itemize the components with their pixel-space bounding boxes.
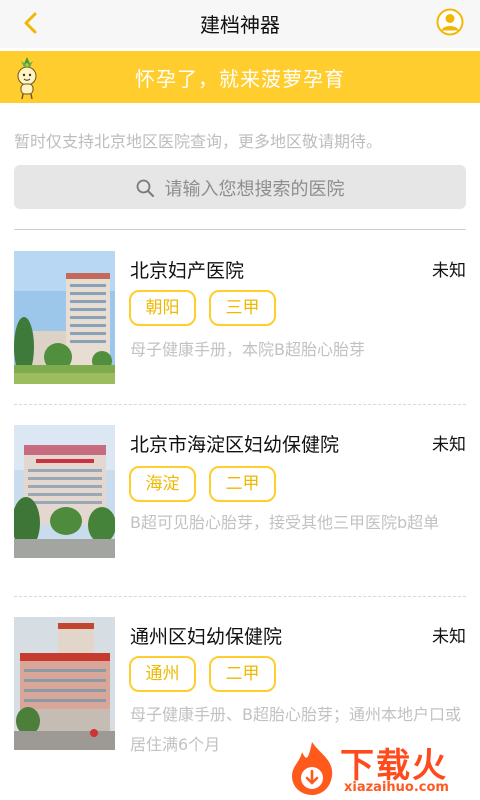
- district-tag: 海淀: [129, 466, 196, 502]
- hospital-list-item[interactable]: 北京妇产医院 未知 朝阳 三甲 母子健康手册，本院B超胎心胎芽: [0, 234, 480, 406]
- flame-logo-icon: [292, 742, 333, 795]
- grade-tag: 三甲: [209, 290, 276, 326]
- hospital-requirements: 母子健康手册，本院B超胎心胎芽: [130, 340, 365, 359]
- filing-status: 未知: [432, 261, 466, 281]
- promo-banner: 怀孕了，就来菠萝孕育: [0, 51, 480, 103]
- hospital-photo: [14, 251, 115, 384]
- hospital-photo: [14, 425, 115, 558]
- region-notice: 暂时仅支持北京地区医院查询，更多地区敬请期待。: [14, 132, 383, 151]
- hospital-list-item[interactable]: 北京市海淀区妇幼保健院 未知 海淀 二甲 B超可见胎心胎芽，接受其他三甲医院b超…: [0, 408, 480, 597]
- row-separator: [14, 596, 466, 597]
- list-divider: [14, 229, 466, 230]
- district-tag: 通州: [129, 656, 196, 692]
- search-placeholder: 请输入您想搜索的医院: [164, 179, 345, 200]
- watermark-url: xiazaihuo.com: [344, 780, 449, 795]
- grade-tag: 二甲: [209, 656, 276, 692]
- grade-tag: 二甲: [209, 466, 276, 502]
- user-profile-icon[interactable]: [436, 8, 464, 36]
- district-tag: 朝阳: [129, 290, 196, 326]
- banner-slogan: 怀孕了，就来菠萝孕育: [135, 67, 345, 91]
- hospital-search-input[interactable]: 请输入您想搜索的医院: [14, 165, 466, 209]
- hospital-requirements: B超可见胎心胎芽，接受其他三甲医院b超单: [130, 513, 440, 532]
- hospital-photo: [14, 617, 115, 750]
- top-nav-bar: 建档神器: [0, 0, 480, 48]
- hospital-name: 北京市海淀区妇幼保健院: [130, 434, 340, 456]
- page-title: 建档神器: [200, 13, 280, 37]
- row-separator: [14, 404, 466, 405]
- site-watermark: 下载火 xiazaihuo.com: [284, 736, 480, 800]
- filing-status: 未知: [432, 435, 466, 455]
- filing-status: 未知: [432, 627, 466, 647]
- search-icon: [137, 179, 155, 197]
- hospital-name: 通州区妇幼保健院: [130, 626, 283, 648]
- hospital-name: 北京妇产医院: [130, 260, 245, 282]
